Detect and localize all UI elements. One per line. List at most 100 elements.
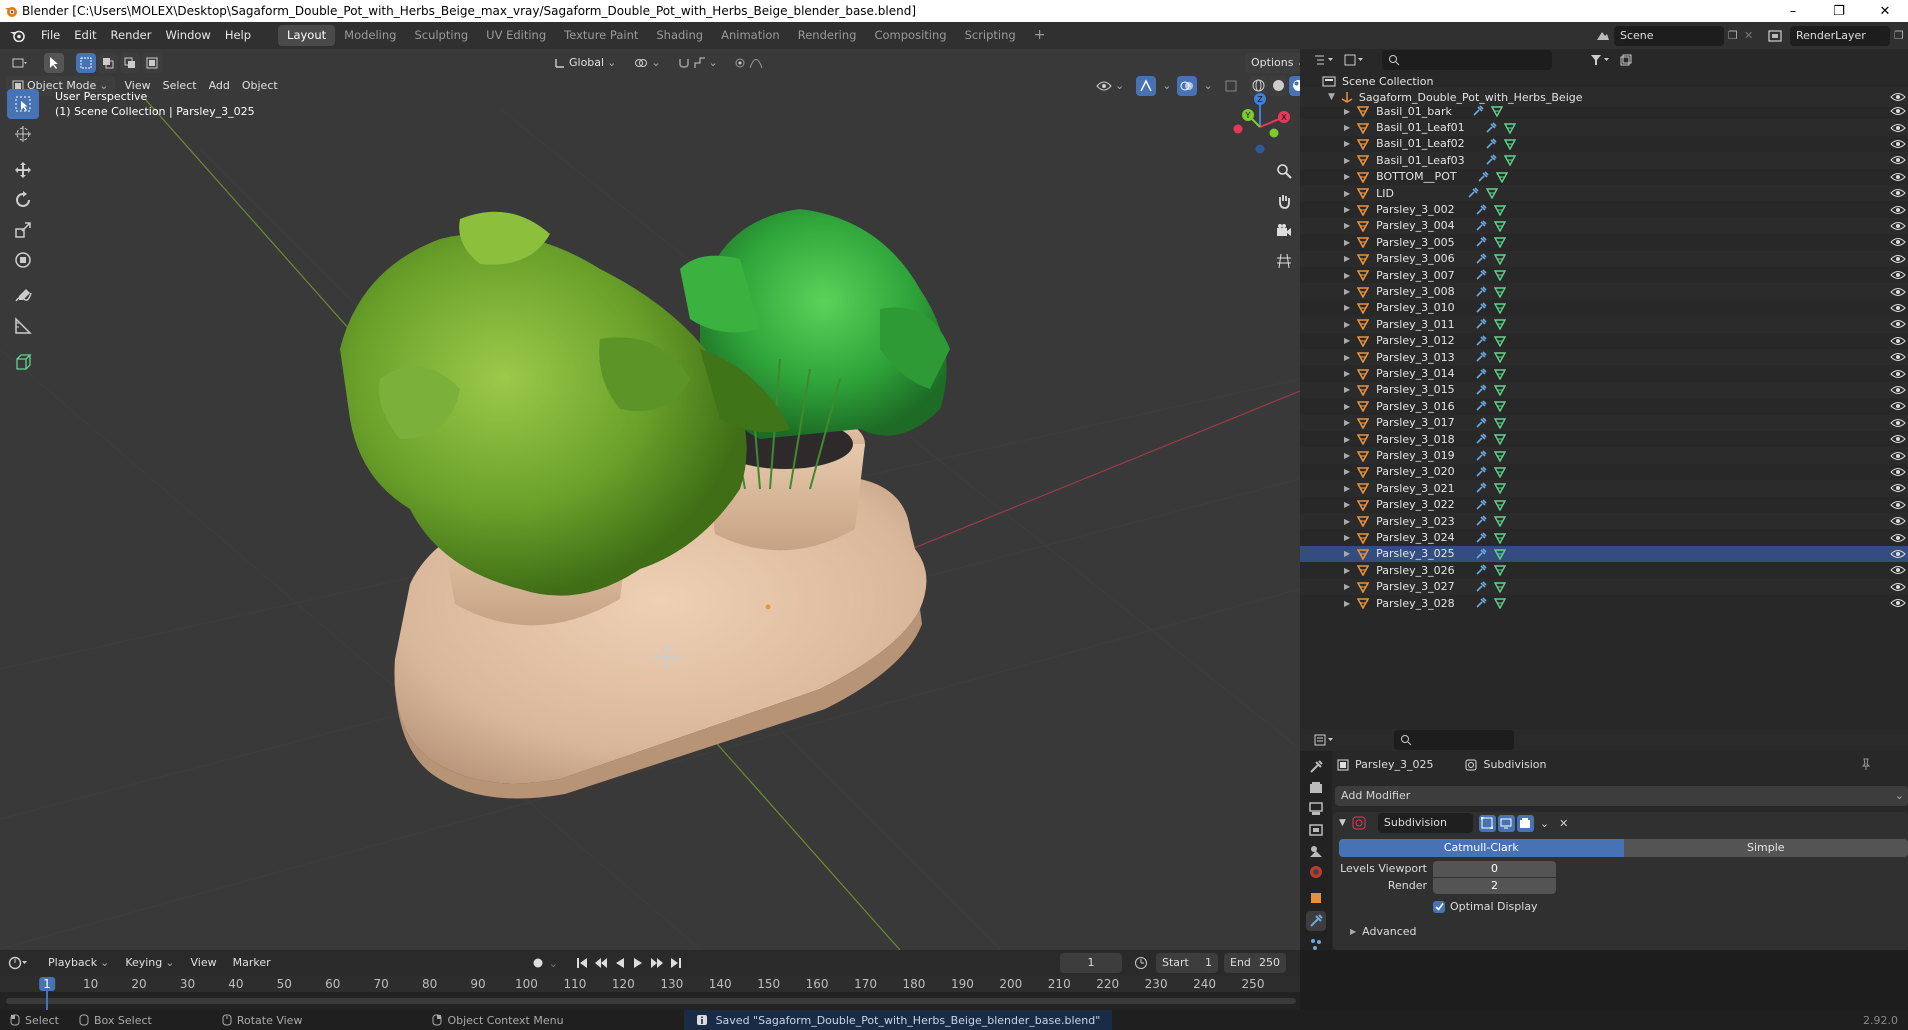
modifier-wrench-icon[interactable] [1475, 564, 1487, 576]
add-modifier-dropdown[interactable]: Add Modifier ⌄ [1335, 786, 1908, 806]
expand-right-icon[interactable]: ▶ [1344, 271, 1350, 280]
visibility-icon[interactable]: ⌄ [1090, 76, 1130, 96]
menu-help[interactable]: Help [218, 22, 258, 49]
mesh-data-icon[interactable] [1493, 532, 1506, 544]
modifier-wrench-icon[interactable] [1475, 482, 1487, 494]
mesh-data-icon[interactable] [1493, 597, 1506, 610]
tab-texture-paint[interactable]: Texture Paint [555, 25, 647, 46]
outliner-item[interactable]: ▶ Parsley_3_026 [1300, 562, 1908, 578]
mesh-data-icon[interactable] [1493, 466, 1506, 478]
outliner-item[interactable]: ▶ Basil_01_Leaf01 [1300, 119, 1908, 136]
expand-right-icon[interactable]: ▶ [1344, 189, 1350, 198]
tab-rendering[interactable]: Rendering [789, 25, 866, 46]
record-keyframe-icon[interactable] [531, 956, 545, 970]
marker-menu[interactable]: Marker [227, 953, 277, 973]
outliner-editor-type-icon[interactable] [1314, 54, 1336, 66]
eye-icon[interactable] [1890, 400, 1906, 412]
annotate-tool-icon[interactable] [7, 281, 39, 311]
tab-shading[interactable]: Shading [647, 25, 712, 46]
mesh-data-icon[interactable] [1493, 548, 1506, 560]
expand-right-icon[interactable]: ▶ [1344, 435, 1350, 444]
modifier-wrench-icon[interactable] [1475, 597, 1487, 609]
expand-right-icon[interactable]: ▶ [1344, 451, 1350, 460]
filter-icon[interactable] [1590, 54, 1612, 66]
eye-icon[interactable] [1890, 532, 1906, 544]
rotate-tool-icon[interactable] [7, 185, 39, 215]
modifier-wrench-icon[interactable] [1475, 400, 1487, 412]
modifier-wrench-icon[interactable] [1475, 466, 1487, 478]
new-scene-icon[interactable]: ❐ [1728, 29, 1744, 42]
select-new-icon[interactable] [76, 52, 96, 73]
timeline-ruler[interactable]: 1 10 20 30 40 50 60 70 80 90 100 110 120 130 140 150 160… [0, 976, 1300, 1010]
mesh-data-icon[interactable] [1503, 138, 1516, 150]
outliner-item[interactable]: ▶ Parsley_3_007 [1300, 267, 1908, 283]
outliner-item[interactable]: ▶ LID [1300, 185, 1908, 202]
object-tab-icon[interactable] [1308, 890, 1324, 906]
eye-icon[interactable] [1890, 335, 1906, 347]
eye-icon[interactable] [1890, 351, 1906, 363]
modifier-tab-icon[interactable] [1306, 911, 1326, 931]
mesh-data-icon[interactable] [1493, 368, 1506, 380]
modifier-wrench-icon[interactable] [1475, 384, 1487, 396]
expand-right-icon[interactable]: ▶ [1344, 517, 1350, 526]
eye-icon[interactable] [1890, 368, 1906, 380]
modifier-wrench-icon[interactable] [1475, 368, 1487, 380]
snap-icon[interactable]: ⌄ [671, 53, 724, 73]
advanced-subpanel[interactable]: ▶ Advanced [1350, 925, 1417, 938]
timeline-scrollbar[interactable] [6, 998, 1296, 1004]
outliner-item[interactable]: ▶ BOTTOM__POT [1300, 169, 1908, 185]
mesh-data-icon[interactable] [1493, 564, 1506, 577]
mesh-data-icon[interactable] [1493, 269, 1506, 282]
mesh-data-icon[interactable] [1503, 154, 1516, 167]
modifier-wrench-icon[interactable] [1485, 154, 1497, 166]
outliner-item[interactable]: ▶ Parsley_3_015 [1300, 381, 1908, 399]
modifier-wrench-icon[interactable] [1475, 302, 1487, 314]
mesh-data-icon[interactable] [1493, 220, 1506, 232]
mesh-data-icon[interactable] [1493, 581, 1506, 593]
edit-mode-toggle-icon[interactable] [1478, 814, 1496, 832]
modifier-wrench-icon[interactable] [1475, 450, 1487, 462]
mesh-data-icon[interactable] [1493, 335, 1506, 347]
outliner-item[interactable]: ▶ Parsley_3_016 [1300, 398, 1908, 414]
mesh-data-icon[interactable] [1493, 433, 1506, 446]
outliner-item[interactable]: ▶ Parsley_3_019 [1300, 447, 1908, 464]
outliner-item[interactable]: ▶ Parsley_3_024 [1300, 529, 1908, 545]
mesh-data-icon[interactable] [1495, 171, 1508, 183]
outliner-item[interactable]: ▶ Parsley_3_006 [1300, 250, 1908, 267]
eye-icon[interactable] [1890, 515, 1906, 527]
eye-icon[interactable] [1890, 154, 1906, 166]
pan-hand-icon[interactable] [1270, 187, 1298, 215]
expand-right-icon[interactable]: ▶ [1344, 533, 1350, 542]
eye-icon[interactable] [1890, 548, 1906, 560]
proportional-editing-icon[interactable] [728, 53, 769, 73]
modifier-wrench-icon[interactable] [1475, 499, 1487, 511]
modifier-wrench-icon[interactable] [1475, 417, 1487, 429]
tab-animation[interactable]: Animation [712, 25, 789, 46]
3d-viewport[interactable]: Global ⌄ ⌄ ⌄ Options⌄ Object Mode⌄ View … [0, 49, 1300, 950]
eye-icon[interactable] [1890, 499, 1906, 511]
outliner-item[interactable]: ▶ Parsley_3_002 [1300, 201, 1908, 217]
modifier-wrench-icon[interactable] [1485, 122, 1497, 134]
mesh-data-icon[interactable] [1493, 499, 1506, 511]
eye-icon[interactable] [1890, 564, 1906, 576]
modifier-menu-icon[interactable]: ⌄ [1540, 817, 1549, 830]
modifier-wrench-icon[interactable] [1475, 515, 1487, 527]
tab-modeling[interactable]: Modeling [335, 25, 405, 46]
close-window-button[interactable]: ✕ [1862, 0, 1908, 22]
collapse-modifier-icon[interactable]: ▼ [1339, 818, 1346, 828]
play-reverse-icon[interactable] [614, 957, 626, 969]
outliner-item[interactable]: ▶ Parsley_3_017 [1300, 414, 1908, 431]
outliner-item[interactable]: ▶ Parsley_3_025 [1300, 545, 1908, 563]
expand-right-icon[interactable]: ▶ [1344, 221, 1350, 230]
expand-right-icon[interactable]: ▶ [1344, 123, 1350, 132]
tab-compositing[interactable]: Compositing [865, 25, 955, 46]
modifier-wrench-icon[interactable] [1475, 236, 1487, 248]
eye-icon[interactable] [1890, 138, 1906, 150]
eye-icon[interactable] [1890, 236, 1906, 248]
scene-field[interactable]: Scene [1614, 25, 1724, 46]
options-dropdown[interactable]: Options⌄ [1245, 52, 1300, 73]
tab-layout[interactable]: Layout [278, 25, 336, 46]
menu-object[interactable]: Object [236, 76, 284, 96]
mesh-data-icon[interactable] [1493, 515, 1506, 528]
measure-tool-icon[interactable] [7, 311, 39, 341]
